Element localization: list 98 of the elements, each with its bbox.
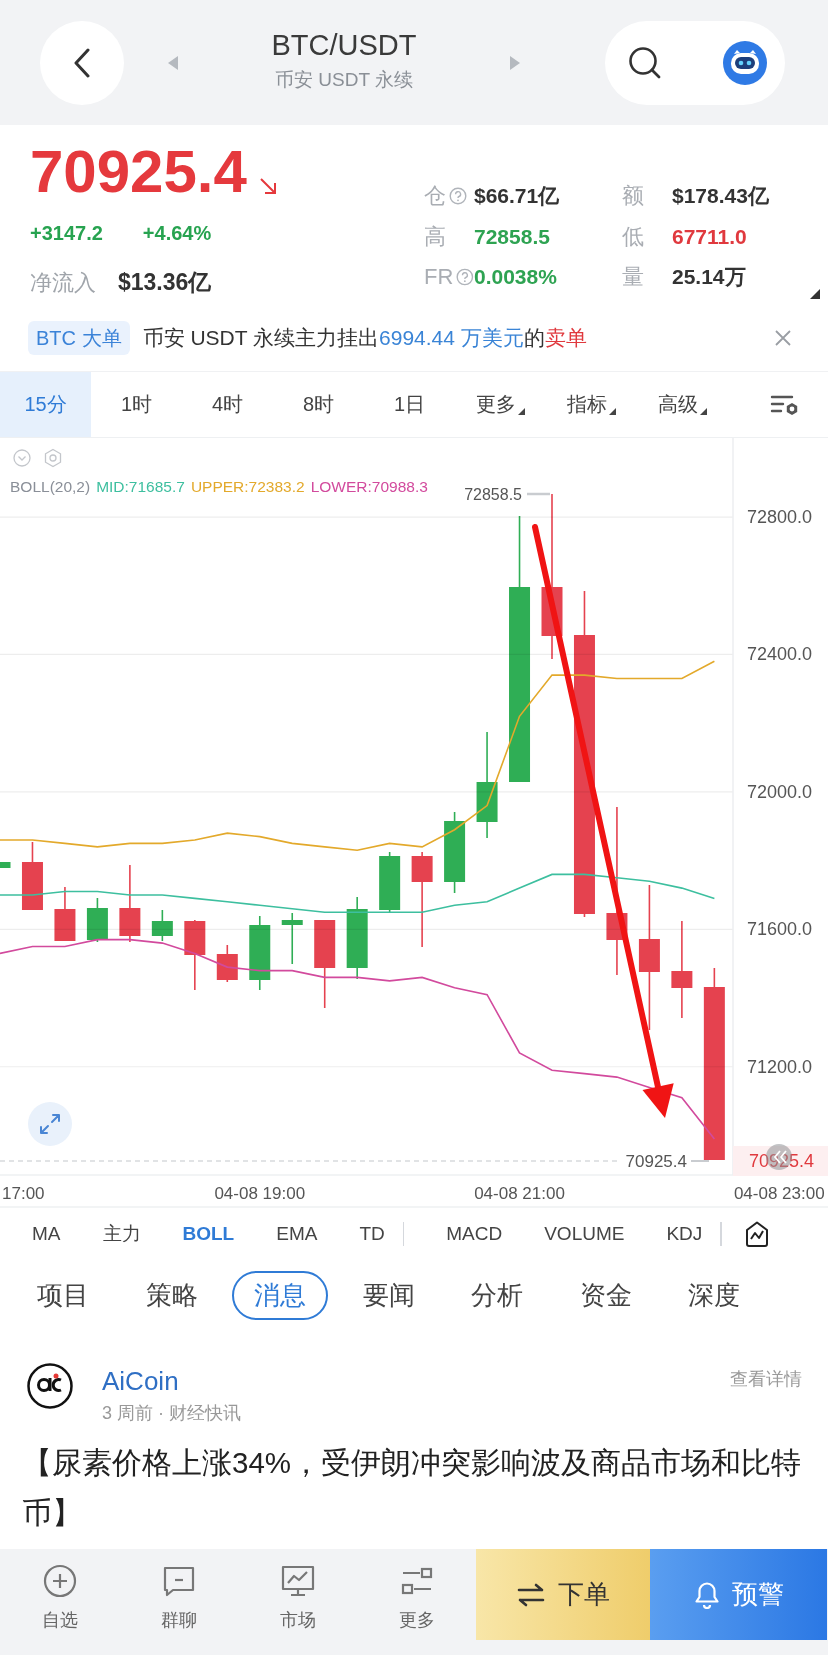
chevron-left-icon: [73, 47, 91, 78]
price-axis-label: 71600.0: [746, 919, 812, 940]
search-icon[interactable]: [627, 44, 663, 81]
timeframe-tab[interactable]: 15分: [0, 372, 91, 437]
timeframe-tab[interactable]: 1时: [91, 372, 182, 437]
price-axis-label: 72800.0: [746, 507, 812, 528]
source-name[interactable]: AiCoin: [102, 1365, 241, 1397]
news-tab[interactable]: 深度: [666, 1270, 762, 1320]
news-tab[interactable]: 分析: [449, 1270, 545, 1320]
line-chart-icon[interactable]: [743, 1220, 770, 1248]
leader-line: [690, 1160, 710, 1162]
falling-candle: [184, 919, 206, 991]
price-change: +3147.2: [30, 221, 103, 246]
price-tag: 70925.4: [733, 1146, 828, 1176]
inflow-value: $13.36亿: [118, 268, 212, 297]
timeframe-tab[interactable]: 高级: [637, 372, 728, 437]
rising-candle: [379, 851, 401, 913]
last-price: 70925.4: [30, 139, 247, 205]
high-price-label: 72858.5: [464, 486, 522, 503]
stat-label: 额: [622, 182, 644, 211]
band-value: MID:71685.7: [96, 477, 185, 497]
timeframe-tab[interactable]: 8时: [273, 372, 364, 437]
nav-item[interactable]: 自选: [0, 1549, 119, 1655]
news-tab[interactable]: 消息: [232, 1270, 328, 1320]
stat-label: FR: [424, 264, 454, 291]
timeframe-tab[interactable]: 1日: [364, 372, 455, 437]
inflow-label: 净流入: [30, 269, 96, 297]
plus-circle-icon: [41, 1563, 78, 1599]
stat-label: 低: [622, 222, 644, 251]
stat-value: 67711.0: [672, 224, 748, 249]
nav-item[interactable]: 群聊: [119, 1549, 238, 1655]
stat-label: 量: [622, 263, 644, 292]
price-axis-label: 71200.0: [746, 1056, 812, 1077]
nav-item[interactable]: 更多: [357, 1549, 476, 1655]
percent-change: +4.64%: [142, 221, 212, 246]
notice-text[interactable]: 币安 USDT 永续主力挂出6994.44 万美元的卖单: [142, 324, 587, 352]
indicator-tab[interactable]: VOLUME: [544, 1223, 625, 1245]
indicator-tab[interactable]: 主力: [102, 1221, 141, 1247]
expand-button[interactable]: [28, 1102, 72, 1146]
stat-value: $178.43亿: [672, 183, 770, 210]
indicator-tab[interactable]: EMA: [276, 1223, 318, 1245]
indicator-name: BOLL(20,2): [10, 477, 91, 497]
timeframe-tab[interactable]: 更多: [455, 372, 546, 437]
indicator-tab[interactable]: BOLL: [182, 1223, 235, 1245]
indicator-tab[interactable]: KDJ: [666, 1223, 703, 1245]
corner-triangle-icon[interactable]: [810, 289, 820, 299]
leader-line: [527, 492, 550, 496]
indicator-tab[interactable]: MACD: [446, 1223, 503, 1245]
stat-value: 0.0038%: [474, 265, 558, 290]
chevron-down-circle-icon[interactable]: [13, 449, 31, 467]
news-headline[interactable]: 【尿素价格上涨34%，受伊朗冲突影响波及商品市场和比特币】: [22, 1438, 802, 1538]
rising-candle: [0, 862, 11, 868]
timeframe-tab[interactable]: 4时: [182, 372, 273, 437]
price-axis-label: 72400.0: [746, 644, 812, 665]
news-tab[interactable]: 策略: [123, 1270, 220, 1320]
news-tab[interactable]: 项目: [15, 1270, 111, 1320]
stat-label: 仓: [424, 182, 446, 211]
news-tab[interactable]: 资金: [557, 1270, 654, 1320]
time-axis-label: 17:00: [2, 1184, 45, 1203]
bell-icon: [693, 1580, 720, 1609]
indicator-tab[interactable]: MA: [32, 1223, 61, 1245]
falling-candle: [54, 886, 76, 942]
order-button[interactable]: 下单: [476, 1549, 650, 1640]
last-price-label: 70925.4: [625, 1152, 687, 1171]
band-value: UPPER:72383.2: [190, 477, 305, 497]
exchange-subtitle: 币安 USDT 永续: [274, 67, 414, 92]
stat-value: 72858.5: [474, 224, 551, 249]
monitor-chart-icon: [279, 1563, 316, 1599]
news-tab[interactable]: 要闻: [340, 1270, 437, 1320]
caret-right-icon[interactable]: [510, 55, 520, 70]
time-axis-label: 04-08 21:00: [474, 1184, 565, 1203]
indicator-tab[interactable]: TD: [359, 1223, 385, 1245]
timeframe-tab[interactable]: 指标: [546, 372, 637, 437]
pair-title: BTC/USDT: [270, 27, 418, 63]
expand-arrows-icon: [38, 1112, 62, 1136]
time-axis-label: 04-08 19:00: [214, 1184, 306, 1203]
help-icon[interactable]: [456, 268, 474, 287]
stat-label: 高: [424, 222, 446, 251]
hexagon-gear-icon[interactable]: [43, 448, 63, 468]
alert-button[interactable]: 预警: [650, 1549, 827, 1640]
rising-candle: [86, 897, 108, 943]
band-value: LOWER:70988.3: [310, 477, 428, 497]
help-icon[interactable]: [449, 187, 467, 206]
nav-item[interactable]: 市场: [238, 1549, 357, 1655]
rising-candle: [151, 909, 173, 942]
price-axis-label: 72000.0: [746, 781, 812, 802]
falling-candle: [216, 944, 238, 983]
rising-candle: [281, 912, 303, 965]
time-axis-label: 04-08 23:00: [733, 1184, 825, 1203]
caret-left-icon[interactable]: [168, 55, 178, 70]
news-meta: 3 周前 · 财经快讯: [102, 1402, 241, 1425]
logo-icon: [27, 1363, 73, 1409]
stat-value: 25.14万: [672, 264, 747, 291]
robot-icon[interactable]: [723, 40, 767, 85]
stat-value: $66.71亿: [474, 183, 561, 210]
swap-arrows-icon: [516, 1582, 546, 1607]
close-icon[interactable]: [774, 329, 792, 347]
falling-candle: [21, 841, 43, 911]
